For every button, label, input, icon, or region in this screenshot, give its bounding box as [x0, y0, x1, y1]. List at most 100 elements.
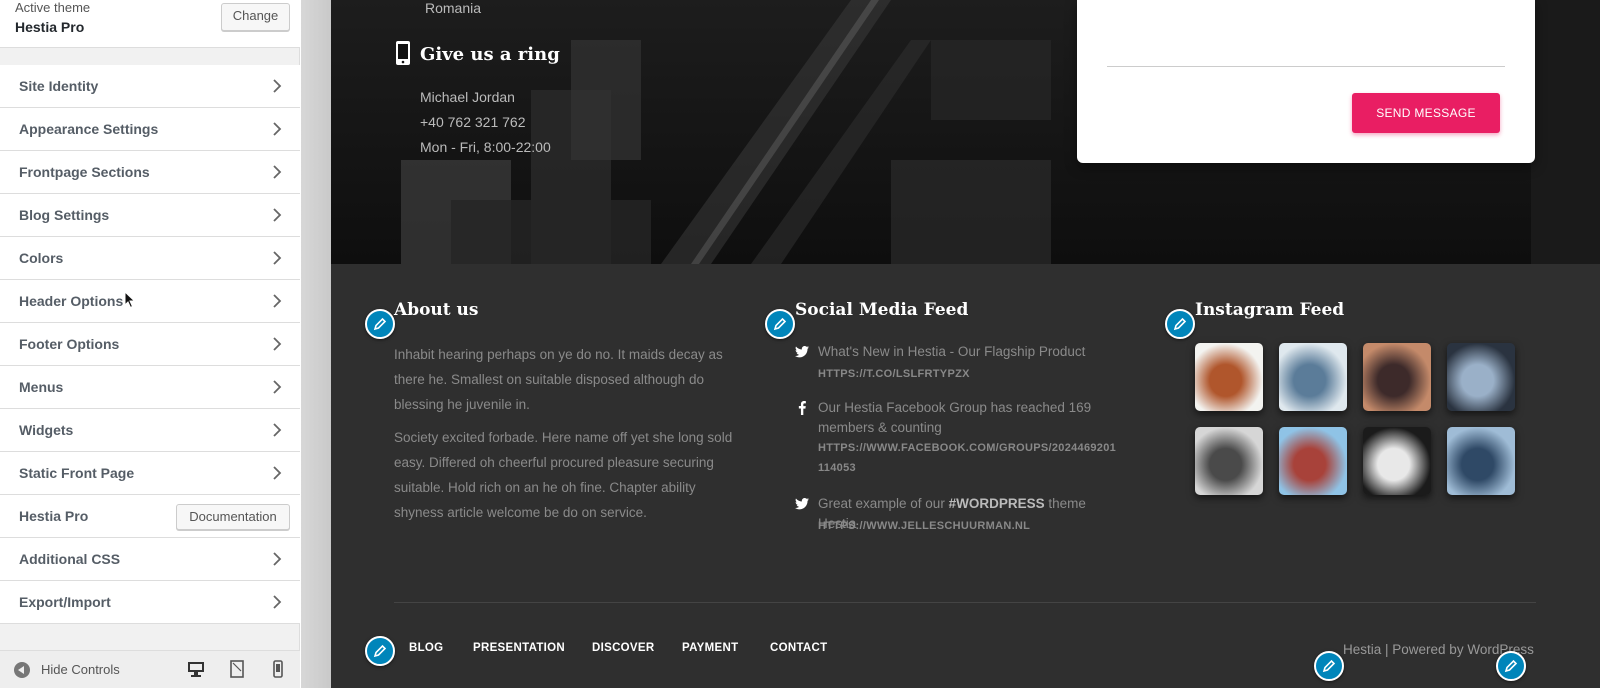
- about-paragraph-2: Society excited forbade. Here name off y…: [394, 430, 733, 520]
- edit-shortcut-instagram[interactable]: [1165, 309, 1195, 339]
- social-item-link[interactable]: HTTPS://T.CO/LSLFRTYPZX: [818, 364, 1118, 384]
- chevron-right-icon: [273, 294, 282, 308]
- edit-shortcut-footer-menu[interactable]: [365, 636, 395, 666]
- pencil-icon: [373, 644, 387, 658]
- desktop-icon[interactable]: [186, 660, 206, 678]
- menu-item-frontpage-sections[interactable]: Frontpage Sections: [0, 151, 300, 194]
- menu-item-header-options[interactable]: Header Options: [0, 280, 300, 323]
- footer-nav-blog[interactable]: BLOG: [409, 642, 443, 654]
- chevron-right-icon: [273, 595, 282, 609]
- address-line: Romania: [425, 0, 482, 16]
- pencil-icon: [1504, 659, 1518, 673]
- chevron-right-icon: [273, 122, 282, 136]
- pencil-icon: [773, 317, 787, 331]
- chevron-right-icon: [273, 79, 282, 93]
- chevron-right-icon: [273, 251, 282, 265]
- instagram-thumbnail[interactable]: [1279, 343, 1347, 411]
- customizer-sidebar: Active theme Hestia Pro Change Site Iden…: [0, 0, 300, 688]
- instagram-thumbnail[interactable]: [1447, 427, 1515, 495]
- menu-item-widgets[interactable]: Widgets: [0, 409, 300, 452]
- menu-item-label: Footer Options: [19, 336, 120, 352]
- hashtag-link[interactable]: #WORDPRESS: [949, 496, 1045, 511]
- edit-shortcut-social[interactable]: [765, 309, 795, 339]
- pencil-icon: [1173, 317, 1187, 331]
- instagram-thumbnail[interactable]: [1195, 343, 1263, 411]
- mouse-cursor-icon: [124, 291, 136, 309]
- menu-item-blog-settings[interactable]: Blog Settings: [0, 194, 300, 237]
- chevron-right-icon: [273, 380, 282, 394]
- sidebar-gutter: [301, 0, 331, 688]
- menu-item-label: Menus: [19, 379, 64, 395]
- give-us-a-ring-title: Give us a ring: [420, 44, 560, 65]
- edit-shortcut-powered-by[interactable]: [1496, 651, 1526, 681]
- twitter-icon: [795, 345, 809, 358]
- social-item-text: Our Hestia Facebook Group has reached 16…: [818, 400, 1092, 435]
- menu-item-footer-options[interactable]: Footer Options: [0, 323, 300, 366]
- menu-item-menus[interactable]: Menus: [0, 366, 300, 409]
- pencil-icon: [373, 317, 387, 331]
- customizer-footer-bar: Hide Controls: [0, 650, 300, 688]
- active-theme-label: Active theme: [15, 0, 91, 15]
- menu-item-additional-css[interactable]: Additional CSS: [0, 538, 300, 581]
- menu-item-site-identity[interactable]: Site Identity: [0, 65, 300, 108]
- chevron-right-icon: [273, 466, 282, 480]
- instagram-thumbnail[interactable]: [1447, 343, 1515, 411]
- documentation-button[interactable]: Documentation: [176, 504, 290, 530]
- footer-nav-payment[interactable]: PAYMENT: [682, 642, 738, 654]
- footer-nav-presentation[interactable]: PRESENTATION: [473, 642, 565, 654]
- site-preview: Romania Give us a ring Michael Jordan +4…: [331, 0, 1600, 688]
- pencil-icon: [1322, 659, 1336, 673]
- instagram-thumbnail[interactable]: [1279, 427, 1347, 495]
- instagram-thumbnail[interactable]: [1363, 427, 1431, 495]
- edit-shortcut-copyright[interactable]: [1314, 651, 1344, 681]
- social-item-link[interactable]: HTTPS://WWW.FACEBOOK.COM/GROUPS/20244692…: [818, 438, 1118, 478]
- instagram-thumbnail[interactable]: [1363, 343, 1431, 411]
- facebook-icon: [798, 401, 806, 415]
- social-feed-title: Social Media Feed: [795, 300, 969, 320]
- active-theme-panel: Active theme Hestia Pro Change: [0, 0, 300, 48]
- social-item-text: What's New in Hestia - Our Flagship Prod…: [818, 344, 1086, 359]
- contact-form-card: SEND MESSAGE: [1077, 0, 1535, 163]
- menu-item-label: Additional CSS: [19, 551, 121, 567]
- menu-item-label: Site Identity: [19, 78, 99, 94]
- menu-item-label: Colors: [19, 250, 64, 266]
- change-theme-button[interactable]: Change: [221, 3, 290, 31]
- mobile-icon[interactable]: [268, 660, 288, 678]
- chevron-right-icon: [273, 423, 282, 437]
- footer-divider: [394, 602, 1536, 603]
- menu-item-label: Frontpage Sections: [19, 164, 150, 180]
- menu-item-label: Hestia Pro: [19, 508, 89, 524]
- menu-item-label: Header Options: [19, 293, 124, 309]
- footer-nav-contact[interactable]: CONTACT: [770, 642, 827, 654]
- menu-item-colors[interactable]: Colors: [0, 237, 300, 280]
- contact-phone: +40 762 321 762: [420, 114, 526, 130]
- about-us-title: About us: [394, 300, 479, 320]
- site-footer: About us Inhabit hearing perhaps on ye d…: [331, 264, 1600, 688]
- send-message-button[interactable]: SEND MESSAGE: [1352, 93, 1500, 133]
- edit-shortcut-about[interactable]: [365, 309, 395, 339]
- active-theme-name: Hestia Pro: [15, 19, 85, 35]
- twitter-icon: [795, 497, 809, 510]
- menu-item-label: Widgets: [19, 422, 74, 438]
- customizer-menu: Site Identity Appearance Settings Frontp…: [0, 65, 300, 624]
- tablet-icon[interactable]: [227, 660, 247, 678]
- chevron-right-icon: [273, 337, 282, 351]
- phone-icon: [396, 41, 410, 65]
- social-item-link[interactable]: HTTPS://WWW.JELLESCHUURMAN.NL: [818, 516, 1118, 536]
- menu-item-label: Static Front Page: [19, 465, 135, 481]
- menu-item-label: Appearance Settings: [19, 121, 159, 137]
- chevron-right-icon: [273, 165, 282, 179]
- about-paragraph-1: Inhabit hearing perhaps on ye do no. It …: [394, 347, 723, 412]
- contact-name: Michael Jordan: [420, 89, 515, 105]
- instagram-thumbnail[interactable]: [1195, 427, 1263, 495]
- contact-hours: Mon - Fri, 8:00-22:00: [420, 139, 551, 155]
- menu-item-static-front-page[interactable]: Static Front Page: [0, 452, 300, 495]
- contact-hero: Romania Give us a ring Michael Jordan +4…: [331, 0, 1600, 264]
- menu-item-appearance-settings[interactable]: Appearance Settings: [0, 108, 300, 151]
- menu-item-export-import[interactable]: Export/Import: [0, 581, 300, 624]
- collapse-icon[interactable]: [14, 662, 30, 678]
- message-field-underline[interactable]: [1107, 66, 1505, 67]
- hide-controls-button[interactable]: Hide Controls: [41, 662, 120, 677]
- chevron-right-icon: [273, 552, 282, 566]
- footer-nav-discover[interactable]: DISCOVER: [592, 642, 654, 654]
